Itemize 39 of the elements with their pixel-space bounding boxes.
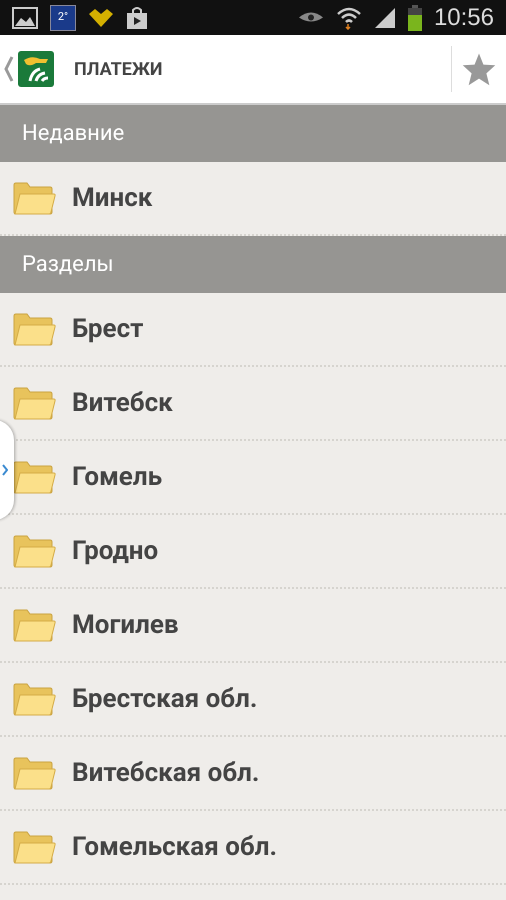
back-chevron-icon (4, 56, 14, 82)
clock-time: 10:56 (434, 2, 494, 32)
folder-label: Гродно (72, 534, 158, 568)
folder-label: Витебская обл. (72, 756, 260, 790)
folder-label: Брест (72, 312, 144, 346)
star-icon (461, 52, 497, 86)
wifi-icon (336, 6, 362, 30)
screen-title: ПЛАТЕЖИ (74, 58, 162, 82)
shopping-bag-icon (126, 6, 148, 30)
folder-icon (12, 386, 56, 420)
folder-icon (12, 756, 56, 790)
folder-icon (12, 830, 56, 864)
section-title: Разделы (22, 251, 114, 279)
picture-icon (12, 6, 38, 28)
folder-label: Минск (72, 182, 152, 214)
folder-label: Гомельская обл. (72, 830, 278, 864)
folder-list-item[interactable]: Брест (0, 293, 506, 367)
weather-badge: 2° (50, 4, 76, 30)
folder-icon (12, 534, 56, 568)
battery-icon (408, 4, 422, 30)
folder-list-item[interactable]: Гомельская обл. (0, 811, 506, 885)
folder-icon (12, 181, 56, 215)
app-logo (18, 51, 54, 87)
folder-label: Могилев (72, 608, 179, 642)
folder-icon (12, 312, 56, 346)
folder-label: Гомель (72, 460, 162, 494)
folder-list-item[interactable]: Витебская обл. (0, 737, 506, 811)
section-title: Недавние (22, 120, 124, 148)
signal-icon (374, 6, 396, 28)
folder-icon (12, 460, 56, 494)
folder-list-item[interactable]: Могилев (0, 589, 506, 663)
folder-label: Витебск (72, 386, 173, 420)
chevron-right-icon (2, 464, 8, 476)
folder-label: Брестская обл. (72, 682, 258, 716)
eye-icon (298, 12, 324, 23)
folder-list-item[interactable]: Гродно (0, 515, 506, 589)
folder-icon (12, 608, 56, 642)
folder-icon (12, 682, 56, 716)
folder-list-item[interactable]: Брестская обл. (0, 663, 506, 737)
